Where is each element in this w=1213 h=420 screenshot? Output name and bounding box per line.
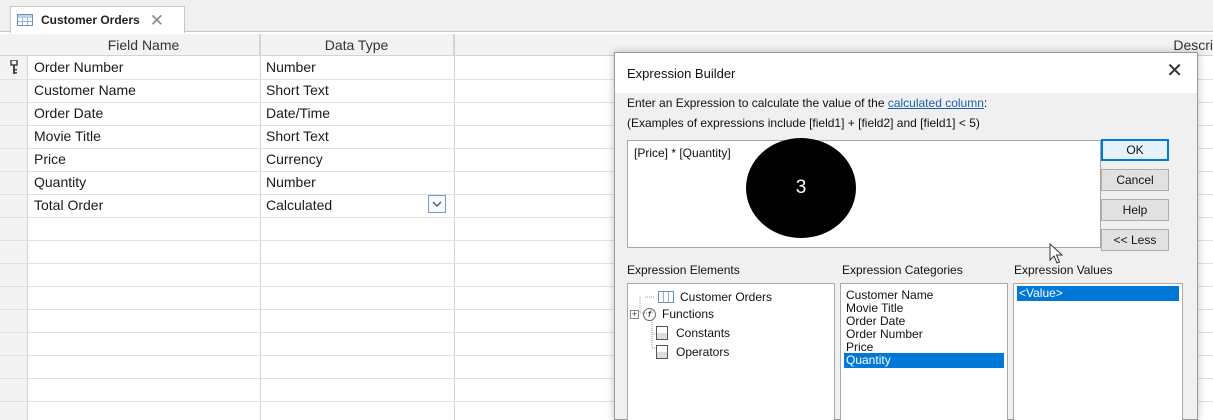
category-item-selected[interactable]: Quantity [844, 353, 1004, 368]
document-tab-strip: Customer Orders ✕ [0, 0, 1213, 33]
less-button[interactable]: << Less [1101, 229, 1169, 251]
tree-item-label: Customer Orders [680, 290, 773, 304]
instruction-text: Enter an Expression to calculate the val… [627, 96, 987, 110]
dialog-close-icon[interactable]: ✕ [1166, 61, 1183, 81]
tree-item-operators[interactable]: Operators [656, 345, 729, 359]
expression-categories-label: Expression Categories [842, 263, 963, 277]
access-window: Customer Orders ✕ Field Name Data Type D… [0, 0, 1213, 420]
tree-item-customer-orders[interactable]: Customer Orders [658, 290, 772, 304]
tree-item-constants[interactable]: Constants [656, 326, 730, 340]
data-type-cell[interactable]: Date/Time [260, 102, 454, 125]
data-type-cell[interactable]: Calculated [260, 194, 428, 217]
header-data-type: Data Type [260, 34, 454, 56]
table-icon [17, 14, 33, 26]
data-type-cell[interactable]: Number [260, 171, 454, 194]
ok-button[interactable]: OK [1101, 139, 1169, 161]
expression-values-label: Expression Values [1014, 263, 1113, 277]
expression-input[interactable]: [Price] * [Quantity] [627, 140, 1101, 248]
data-type-cell[interactable]: Currency [260, 148, 454, 171]
operators-icon [656, 345, 668, 359]
header-field-name: Field Name [28, 34, 260, 56]
instruction-prefix: Enter an Expression to calculate the val… [627, 96, 888, 110]
table-icon [658, 291, 674, 303]
field-name-cell[interactable]: Order Number [28, 56, 260, 79]
tree-item-label: Functions [662, 307, 715, 321]
expression-elements-label: Expression Elements [627, 263, 740, 277]
examples-text: (Examples of expressions include [field1… [627, 116, 980, 130]
mouse-pointer-icon [1049, 243, 1063, 264]
field-name-cell[interactable]: Customer Name [28, 79, 260, 102]
field-name-cell[interactable]: Total Order [28, 194, 260, 217]
data-type-cell[interactable]: Short Text [260, 79, 454, 102]
tab-label: Customer Orders [41, 13, 140, 27]
data-type-cell[interactable]: Short Text [260, 125, 454, 148]
instruction-suffix: : [983, 96, 988, 110]
expression-values-list[interactable]: <Value> [1013, 283, 1183, 420]
cancel-button[interactable]: Cancel [1101, 169, 1169, 191]
expression-builder-dialog: Expression Builder ✕ Enter an Expression… [614, 52, 1198, 420]
expression-categories-list[interactable]: Customer Name Movie Title Order Date Ord… [840, 283, 1008, 420]
column-divider [454, 34, 455, 420]
field-name-cell[interactable]: Movie Title [28, 125, 260, 148]
field-name-cell[interactable]: Quantity [28, 171, 260, 194]
field-name-cell[interactable]: Order Date [28, 102, 260, 125]
dialog-title-bar: Expression Builder ✕ [615, 53, 1197, 93]
data-type-dropdown-button[interactable] [428, 195, 446, 213]
data-type-cell[interactable]: Number [260, 56, 454, 79]
function-icon: f [643, 307, 656, 321]
chevron-down-icon [432, 201, 442, 207]
expand-icon[interactable]: + [630, 309, 639, 319]
tree-item-label: Constants [676, 326, 731, 340]
expression-elements-tree[interactable]: Customer Orders + f Functions Constants … [627, 283, 835, 420]
value-item-selected[interactable]: <Value> [1017, 286, 1179, 301]
constants-icon [656, 326, 668, 340]
step-number-badge: 3 [746, 138, 856, 238]
primary-key-icon [10, 60, 18, 74]
calculated-column-link[interactable]: calculated column [888, 96, 984, 110]
tab-customer-orders[interactable]: Customer Orders ✕ [10, 6, 185, 33]
tree-item-label: Operators [676, 345, 730, 359]
tree-item-functions[interactable]: + f Functions [630, 307, 714, 321]
field-name-cell[interactable]: Price [28, 148, 260, 171]
close-tab-icon[interactable]: ✕ [150, 12, 164, 29]
dialog-title: Expression Builder [627, 66, 736, 81]
help-button[interactable]: Help [1101, 199, 1169, 221]
row-selector-column [0, 34, 28, 420]
